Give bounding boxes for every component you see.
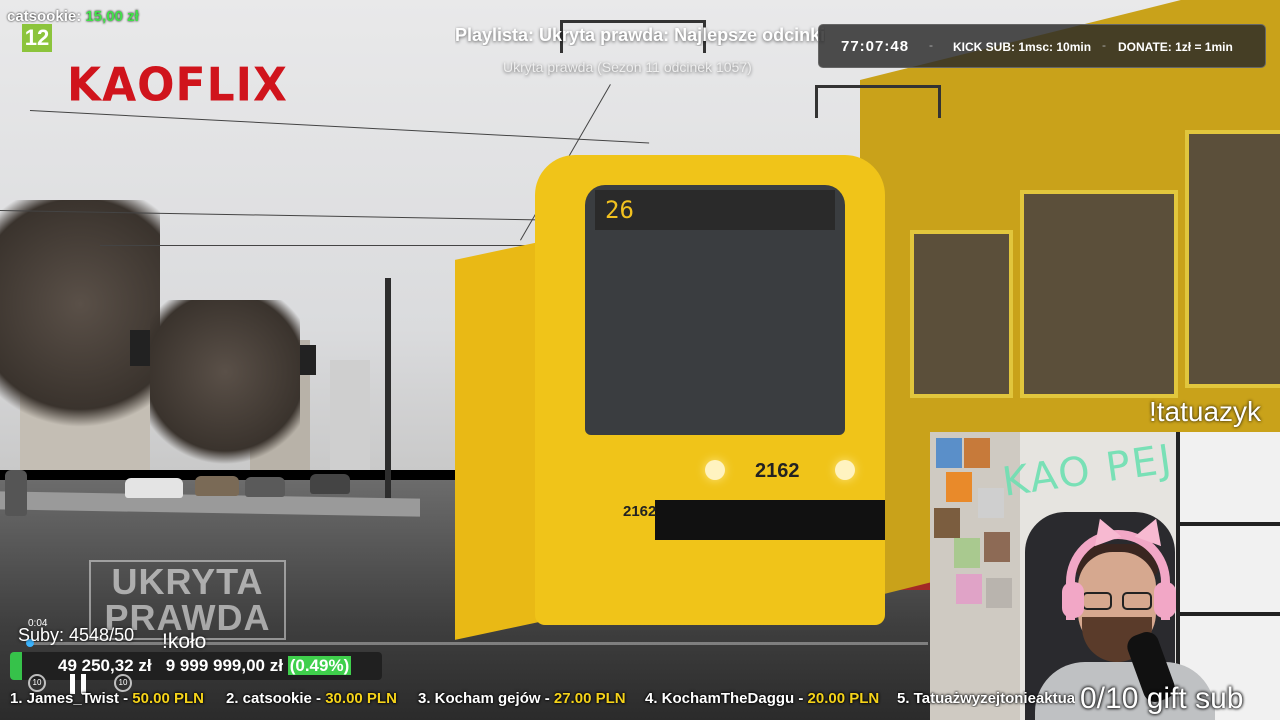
- recent-donation: catsookie: 15,00 zł: [7, 8, 139, 25]
- goal-target: 9 999 999,00 zł: [165, 656, 283, 675]
- poster: [964, 438, 990, 468]
- ticker-item: 4. KochamTheDaggu - 20.00 PLN: [645, 690, 879, 707]
- headset-earcup: [1062, 582, 1084, 618]
- sub-counter: Suby: 4548/50: [18, 625, 135, 645]
- ticker-name: 3. Kocham gejów -: [418, 690, 550, 707]
- poster: [978, 488, 1004, 518]
- poster: [934, 508, 960, 538]
- goal-percent: (0.49%): [287, 656, 352, 675]
- playlist-title: Playlista: Ukryta prawda: Najlepsze odci…: [455, 25, 825, 45]
- donate-rate: DONATE: 1zł = 1min: [1118, 40, 1233, 54]
- goal-raised: 49 250,32 zł: [58, 656, 152, 675]
- tram-number-side: 2162: [623, 503, 657, 520]
- headset-earcup: [1154, 582, 1176, 618]
- tram-window: [1185, 130, 1280, 388]
- tatuazyk-command: !tatuazyk: [1149, 396, 1262, 427]
- ticker-amount: 50.00 PLN: [132, 690, 205, 707]
- ticker-name: 2. catsookie -: [226, 690, 322, 707]
- tram-bumper: [655, 500, 885, 540]
- ticker-name: 4. KochamTheDaggu -: [645, 690, 804, 707]
- car: [195, 476, 239, 496]
- poster: [956, 574, 982, 604]
- webcam-feed: KAO PEJ: [930, 432, 1280, 720]
- show-logo-line1: UKRYTA: [111, 561, 264, 602]
- poster: [954, 538, 980, 568]
- top-donors-ticker: 1. James_Twist - 50.00 PLN 2. catsookie …: [0, 686, 1280, 712]
- ticker-name: 1. James_Twist -: [10, 690, 129, 707]
- shelf-divider: [1180, 522, 1280, 526]
- car: [5, 470, 27, 516]
- ticker-amount: 30.00 PLN: [325, 690, 397, 707]
- shelf-divider: [1180, 612, 1280, 616]
- poster: [946, 472, 972, 502]
- poster: [936, 438, 962, 468]
- brand-logo: KAOFLIX: [67, 58, 288, 113]
- tram-window: [910, 230, 1013, 398]
- building: [330, 360, 370, 470]
- car: [125, 478, 183, 498]
- tree: [150, 300, 300, 480]
- tram-main: 26 2162 2162: [455, 125, 885, 640]
- separator: -: [929, 38, 933, 52]
- utility-pole: [385, 278, 391, 498]
- ticker-item: 5. Tatuażwyzejtonieaktua: [897, 690, 1075, 707]
- kick-sub-rate: KICK SUB: 1msc: 10min: [953, 40, 1092, 54]
- separator: -: [1102, 38, 1106, 52]
- poster: [986, 578, 1012, 608]
- pantograph: [815, 85, 941, 118]
- car: [310, 474, 350, 494]
- tram-headlight: [835, 460, 855, 480]
- tram-window: [1020, 190, 1178, 398]
- traffic-light: [130, 330, 150, 366]
- subathon-timer: 77:07:48: [841, 38, 910, 55]
- ticker-amount: 27.00 PLN: [553, 690, 626, 707]
- ticker-name: 5. Tatuażwyzejtonieaktua: [897, 690, 1076, 707]
- channel-badge: 12: [22, 24, 52, 52]
- tram-number: 2162: [755, 460, 800, 482]
- kolo-command: !koło: [162, 630, 207, 653]
- poster: [984, 532, 1010, 562]
- donor-name: catsookie:: [7, 8, 82, 25]
- subathon-status-bar: 77:07:48 - KICK SUB: 1msc: 10min - DONAT…: [818, 24, 1266, 68]
- car: [245, 477, 285, 497]
- ticker-item: 2. catsookie - 30.00 PLN: [226, 690, 397, 707]
- ticker-item: 3. Kocham gejów - 27.00 PLN: [418, 690, 626, 707]
- donation-amount: 15,00 zł: [85, 8, 139, 25]
- traffic-light: [300, 345, 316, 375]
- tram-destination-sign: 26: [595, 190, 835, 230]
- tram-headlight: [705, 460, 725, 480]
- donation-goal-text: 49 250,32 zł 9 999 999,00 zł (0.49%): [58, 656, 352, 676]
- episode-title: Ukryta prawda (Sezon 11 odcinek 1057): [503, 59, 752, 75]
- ticker-amount: 20.00 PLN: [807, 690, 880, 707]
- ticker-item: 1. James_Twist - 50.00 PLN: [10, 690, 204, 707]
